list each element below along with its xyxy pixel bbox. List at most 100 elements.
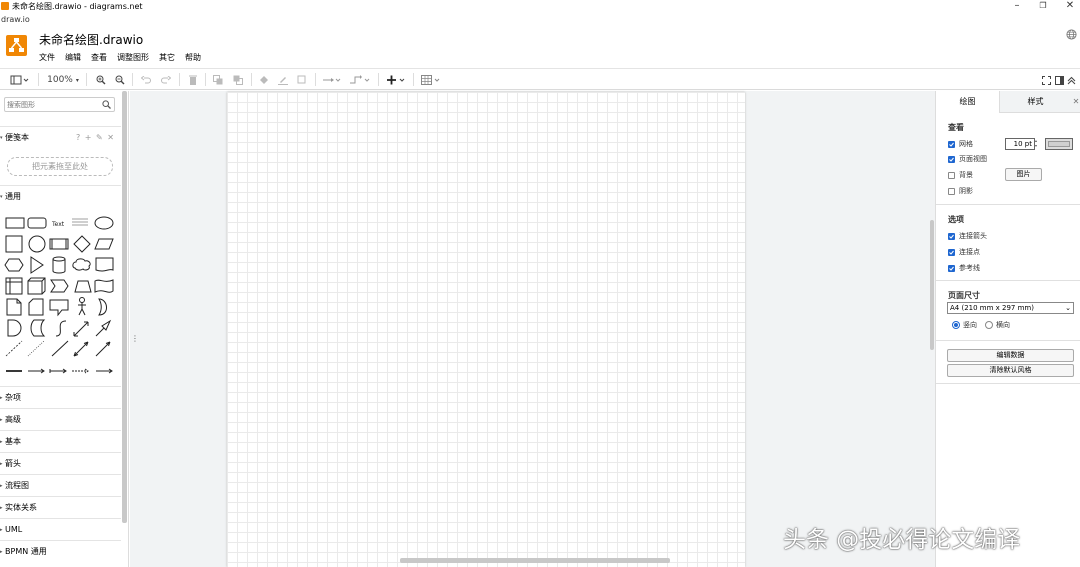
grid-size-stepper[interactable]: ▴ ▾ (1035, 138, 1041, 150)
sidebar-scrollbar[interactable] (122, 91, 127, 523)
grid-size-input[interactable]: 10 pt (1005, 138, 1035, 150)
connection-points-checkbox[interactable]: 连接点 (948, 247, 980, 257)
redo-icon[interactable] (160, 73, 172, 87)
search-icon[interactable] (102, 100, 111, 109)
connection-arrows-checkbox[interactable]: 连接箭头 (948, 231, 987, 241)
tab-diagram[interactable]: 绘图 (936, 91, 1000, 113)
to-front-icon[interactable] (212, 73, 224, 87)
section-bpmn-general[interactable]: ▸ BPMN 通用 (0, 540, 121, 562)
section-flowchart[interactable]: ▸ 流程图 (0, 474, 121, 496)
landscape-radio[interactable]: 横向 (985, 320, 1010, 330)
shape-card (28, 298, 44, 316)
shape-rectangle (5, 217, 25, 229)
sidebar-resize-handle[interactable]: ⋮ (131, 334, 139, 343)
radio-selected-icon (952, 321, 960, 329)
menu-edit[interactable]: 编辑 (65, 52, 81, 64)
delete-trash-icon[interactable] (187, 73, 199, 87)
shape-cylinder (52, 256, 66, 274)
format-panel-toggle-icon[interactable] (1054, 73, 1064, 87)
section-basic[interactable]: ▸ 基本 (0, 430, 121, 452)
to-back-icon[interactable] (232, 73, 244, 87)
page-size-select[interactable]: A4 (210 mm x 297 mm) ⌄ (947, 302, 1074, 314)
format-panel: 绘图 样式 ✕ 查看 网格 10 pt ▴ ▾ 页面视图 背景 图片 阴影 选项 … (935, 91, 1080, 567)
section-advanced[interactable]: ▸ 高级 (0, 408, 121, 430)
tab-style[interactable]: 样式 (1000, 91, 1071, 113)
menu-view[interactable]: 查看 (91, 52, 107, 64)
undo-icon[interactable] (140, 73, 152, 87)
portrait-radio[interactable]: 竖向 (952, 320, 977, 330)
shape-circle (28, 235, 46, 253)
table-icon[interactable] (420, 73, 442, 87)
zoom-out-icon[interactable] (114, 73, 126, 87)
edit-data-button[interactable]: 编辑数据 (947, 349, 1074, 362)
checkbox-checked-icon (948, 155, 955, 163)
shape-line (51, 340, 69, 357)
collapsed-triangle-icon: ▸ (0, 483, 3, 489)
menu-arrange[interactable]: 调整图形 (117, 52, 149, 64)
shape-dotted-line (27, 340, 45, 357)
section-uml[interactable]: ▸ UML (0, 518, 121, 540)
radio-unselected-icon (985, 321, 993, 329)
scratchpad-tools[interactable]: ? + ✎ ✕ (76, 127, 115, 149)
watermark-overlay: 头条 @投必得论文编译 (783, 527, 1021, 553)
collapsed-triangle-icon: ▸ (0, 417, 3, 423)
section-general[interactable]: ▾ 通用 (0, 185, 121, 207)
diagram-page-grid[interactable] (227, 92, 745, 567)
fill-color-icon[interactable] (258, 73, 270, 87)
checkbox-unchecked-icon (948, 187, 955, 195)
shadow-icon[interactable] (296, 73, 308, 87)
collapse-chevron-up-icon[interactable] (1066, 73, 1076, 87)
background-image-button[interactable]: 图片 (1005, 168, 1042, 181)
line-color-icon[interactable] (277, 73, 289, 87)
view-panels-button[interactable] (9, 73, 31, 87)
canvas-horizontal-scrollbar[interactable] (400, 558, 670, 563)
guides-checkbox[interactable]: 参考线 (948, 263, 980, 273)
section-label: 实体关系 (5, 503, 37, 512)
section-scratchpad[interactable]: ▾ 便笺本 ? + ✎ ✕ (0, 126, 121, 148)
window-title-bar (0, 0, 1080, 14)
search-input[interactable] (7, 99, 97, 110)
shadow-checkbox[interactable]: 阴影 (948, 186, 973, 196)
zoom-dropdown[interactable]: 100% ▾ (46, 73, 80, 87)
close-panel-icon[interactable]: ✕ (1071, 91, 1080, 113)
divider (936, 204, 1080, 205)
shape-arrow (95, 319, 112, 337)
language-globe-icon[interactable] (1066, 29, 1077, 40)
close-window-button[interactable]: ✕ (1055, 0, 1080, 13)
menu-extras[interactable]: 其它 (159, 52, 175, 64)
menu-help[interactable]: 帮助 (185, 52, 201, 64)
collapsed-triangle-icon: ▸ (0, 439, 3, 445)
shape-internal-storage (5, 277, 23, 295)
connection-arrows-label: 连接箭头 (959, 232, 987, 240)
section-misc[interactable]: ▸ 杂项 (0, 386, 121, 408)
divider (936, 383, 1080, 384)
background-checkbox[interactable]: 背景 (948, 170, 973, 180)
shape-actor (79, 297, 85, 303)
scratchpad-dropzone[interactable]: 把元素拖至此处 (7, 157, 113, 176)
section-entity-relation[interactable]: ▸ 实体关系 (0, 496, 121, 518)
grid-checkbox[interactable]: 网格 (948, 139, 973, 149)
grid-color-swatch (1048, 141, 1070, 147)
connection-style-icon[interactable] (322, 73, 342, 87)
app-name: draw.io (1, 15, 30, 24)
canvas-vertical-scrollbar[interactable] (930, 220, 934, 350)
menu-file[interactable]: 文件 (39, 52, 55, 64)
page-size-section-title: 页面尺寸 (948, 291, 980, 300)
insert-plus-icon[interactable] (385, 73, 407, 87)
restore-button[interactable]: ❐ (1028, 0, 1058, 13)
chevron-down-icon: ⌄ (1065, 304, 1071, 312)
zoom-in-icon[interactable] (95, 73, 107, 87)
fullscreen-icon[interactable] (1041, 73, 1051, 87)
general-shapes-palette: Text (0, 208, 122, 378)
document-title[interactable]: 未命名绘图.drawio (39, 32, 143, 48)
collapsed-triangle-icon: ▸ (0, 549, 3, 555)
section-label: 箭头 (5, 459, 21, 468)
search-box[interactable] (4, 97, 115, 112)
page-view-checkbox[interactable]: 页面视图 (948, 154, 987, 164)
clear-default-style-button[interactable]: 清除默认风格 (947, 364, 1074, 377)
grid-color-picker[interactable] (1045, 138, 1073, 150)
section-label: 流程图 (5, 481, 29, 490)
section-arrows[interactable]: ▸ 箭头 (0, 452, 121, 474)
waypoints-icon[interactable] (349, 73, 371, 87)
shape-text: Text (51, 221, 65, 228)
